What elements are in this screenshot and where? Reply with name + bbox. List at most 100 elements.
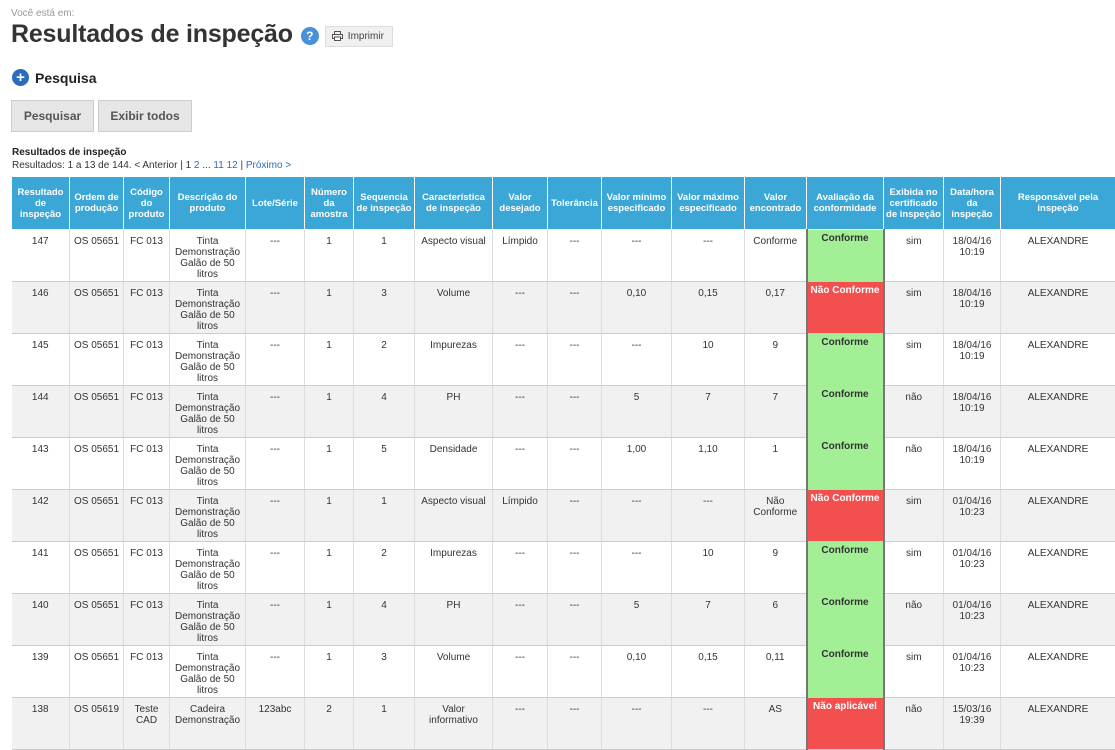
column-header-inspection-datetime: Data/hora da inspeção [944, 177, 1001, 230]
cell-tolerance: --- [548, 698, 602, 750]
cell-max-spec: --- [672, 490, 745, 542]
cell-inspection-result: 143 [12, 438, 70, 490]
cell-inspection-result: 146 [12, 282, 70, 334]
cell-tolerance: --- [548, 282, 602, 334]
column-header-conformity: Avaliação da conformidade [807, 177, 884, 230]
cell-sample-number: 1 [305, 438, 354, 490]
cell-product-description: Tinta Demonstração Galão de 50 litros [170, 230, 246, 282]
column-header-sample-number: Número da amostra [305, 177, 354, 230]
cell-inspector: ALEXANDRE [1001, 646, 1115, 698]
cell-in-certificate: sim [884, 282, 944, 334]
cell-inspection-sequence: 1 [354, 230, 415, 282]
cell-in-certificate: sim [884, 334, 944, 386]
table-row[interactable]: 144OS 05651FC 013Tinta Demonstração Galã… [12, 386, 1115, 438]
search-button[interactable]: Pesquisar [11, 100, 94, 132]
table-row[interactable]: 142OS 05651FC 013Tinta Demonstração Galã… [12, 490, 1115, 542]
cell-inspection-datetime: 18/04/16 10:19 [944, 386, 1001, 438]
cell-production-order: OS 05651 [70, 386, 124, 438]
table-row[interactable]: 143OS 05651FC 013Tinta Demonstração Galã… [12, 438, 1115, 490]
table-row[interactable]: 146OS 05651FC 013Tinta Demonstração Galã… [12, 282, 1115, 334]
cell-inspection-result: 145 [12, 334, 70, 386]
column-header-max-spec: Valor máximo especificado [672, 177, 745, 230]
cell-sample-number: 1 [305, 646, 354, 698]
cell-found-value: 7 [745, 386, 807, 438]
cell-in-certificate: sim [884, 542, 944, 594]
cell-inspection-characteristic: Impurezas [415, 542, 493, 594]
cell-in-certificate: não [884, 386, 944, 438]
page-12-link[interactable]: 12 [227, 160, 238, 171]
page-11-link[interactable]: 11 [213, 160, 223, 171]
cell-sample-number: 1 [305, 334, 354, 386]
conformity-badge: Conforme [807, 438, 884, 490]
conformity-badge: Não aplicável [807, 698, 884, 750]
cell-product-code: FC 013 [124, 334, 170, 386]
cell-inspection-sequence: 1 [354, 698, 415, 750]
cell-in-certificate: sim [884, 230, 944, 282]
cell-inspection-characteristic: Aspecto visual [415, 230, 493, 282]
next-link[interactable]: Próximo > [246, 160, 291, 171]
cell-inspection-characteristic: PH [415, 594, 493, 646]
cell-tolerance: --- [548, 594, 602, 646]
cell-max-spec: 0,15 [672, 646, 745, 698]
table-header: Resultado de inspeçãoOrdem de produçãoCó… [12, 177, 1115, 230]
table-row[interactable]: 139OS 05651FC 013Tinta Demonstração Galã… [12, 646, 1115, 698]
cell-max-spec: 7 [672, 386, 745, 438]
cell-desired-value: --- [493, 698, 548, 750]
search-toggle-label: Pesquisa [35, 70, 96, 86]
cell-product-description: Tinta Demonstração Galão de 50 litros [170, 334, 246, 386]
cell-inspection-datetime: 01/04/16 10:23 [944, 490, 1001, 542]
breadcrumb: Você está em: [11, 8, 74, 19]
table-row[interactable]: 141OS 05651FC 013Tinta Demonstração Galã… [12, 542, 1115, 594]
cell-lot-serial: --- [246, 594, 305, 646]
cell-product-description: Tinta Demonstração Galão de 50 litros [170, 438, 246, 490]
cell-inspection-datetime: 01/04/16 10:23 [944, 594, 1001, 646]
cell-production-order: OS 05651 [70, 438, 124, 490]
cell-sample-number: 1 [305, 386, 354, 438]
cell-min-spec: --- [602, 542, 672, 594]
cell-inspector: ALEXANDRE [1001, 386, 1115, 438]
cell-production-order: OS 05651 [70, 334, 124, 386]
cell-min-spec: --- [602, 230, 672, 282]
table-body: 147OS 05651FC 013Tinta Demonstração Galã… [12, 230, 1115, 750]
cell-inspection-sequence: 4 [354, 386, 415, 438]
cell-inspection-result: 140 [12, 594, 70, 646]
cell-desired-value: Límpido [493, 490, 548, 542]
cell-tolerance: --- [548, 230, 602, 282]
cell-desired-value: --- [493, 282, 548, 334]
cell-found-value: 1 [745, 438, 807, 490]
cell-inspection-datetime: 01/04/16 10:23 [944, 542, 1001, 594]
page-2-link[interactable]: 2 [194, 160, 200, 171]
show-all-button[interactable]: Exibir todos [98, 100, 192, 132]
table-row[interactable]: 138OS 05619Teste CADCadeira Demonstração… [12, 698, 1115, 750]
column-header-found-value: Valor encontrado [745, 177, 807, 230]
cell-desired-value: --- [493, 386, 548, 438]
cell-inspection-characteristic: Valor informativo [415, 698, 493, 750]
search-toggle[interactable]: + Pesquisa [12, 69, 96, 86]
cell-desired-value: Límpido [493, 230, 548, 282]
prev-link[interactable]: < Anterior [134, 160, 177, 171]
cell-min-spec: --- [602, 490, 672, 542]
column-header-desired-value: Valor desejado [493, 177, 548, 230]
cell-product-description: Tinta Demonstração Galão de 50 litros [170, 594, 246, 646]
title-row: Resultados de inspeção ? Imprimir [11, 20, 393, 49]
conformity-badge: Não Conforme [807, 282, 884, 334]
table-row[interactable]: 140OS 05651FC 013Tinta Demonstração Galã… [12, 594, 1115, 646]
cell-in-certificate: não [884, 438, 944, 490]
cell-lot-serial: --- [246, 230, 305, 282]
cell-min-spec: 1,00 [602, 438, 672, 490]
cell-product-description: Tinta Demonstração Galão de 50 litros [170, 646, 246, 698]
cell-lot-serial: --- [246, 542, 305, 594]
table-row[interactable]: 147OS 05651FC 013Tinta Demonstração Galã… [12, 230, 1115, 282]
cell-lot-serial: 123abc [246, 698, 305, 750]
help-icon[interactable]: ? [301, 27, 319, 45]
cell-found-value: 9 [745, 542, 807, 594]
cell-inspector: ALEXANDRE [1001, 438, 1115, 490]
conformity-badge: Conforme [807, 542, 884, 594]
cell-lot-serial: --- [246, 438, 305, 490]
results-summary: Resultados: 1 a 13 de 144. [12, 160, 132, 171]
cell-max-spec: 0,15 [672, 282, 745, 334]
table-row[interactable]: 145OS 05651FC 013Tinta Demonstração Galã… [12, 334, 1115, 386]
cell-inspection-result: 142 [12, 490, 70, 542]
print-button[interactable]: Imprimir [325, 26, 393, 47]
conformity-badge: Conforme [807, 334, 884, 386]
